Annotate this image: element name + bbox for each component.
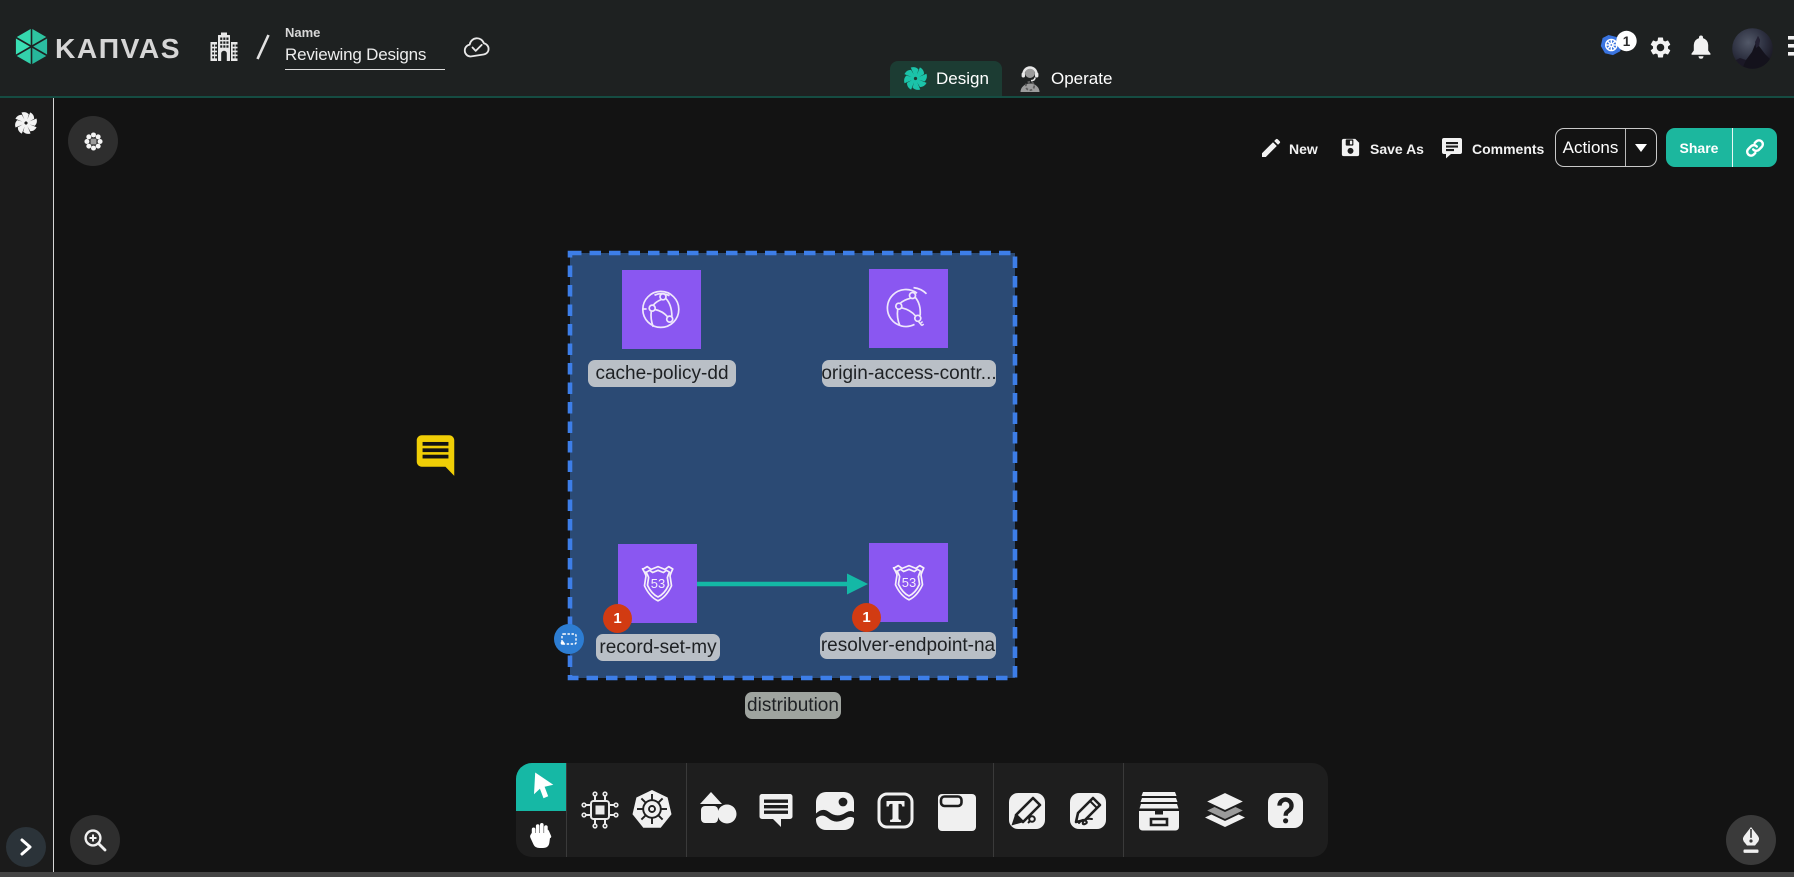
svg-text:53: 53 xyxy=(902,575,916,590)
svg-text:53: 53 xyxy=(651,576,665,591)
svg-text:KAΠVAS: KAΠVAS xyxy=(55,33,181,64)
svg-text:1: 1 xyxy=(1623,34,1631,49)
